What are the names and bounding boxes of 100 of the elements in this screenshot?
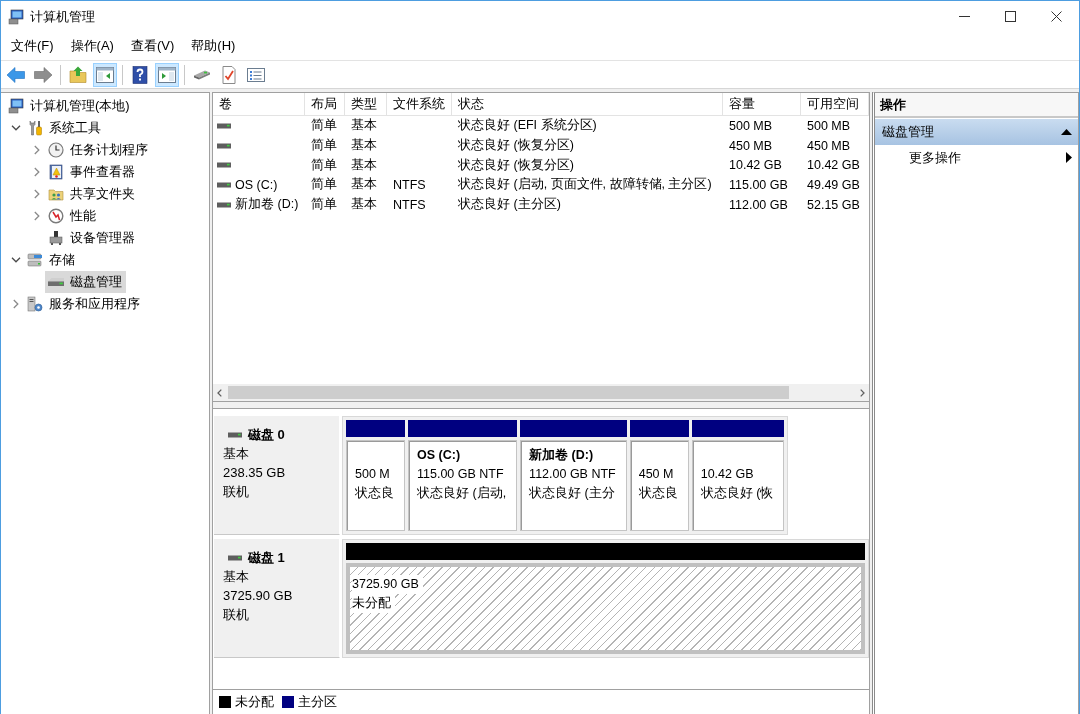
partition-status: 状态良 (355, 485, 394, 502)
tree-item[interactable]: 磁盘管理 (45, 271, 126, 293)
tree-item[interactable]: 设备管理器 (45, 227, 139, 249)
event-log-icon (48, 164, 64, 180)
chevron-right-icon[interactable] (33, 145, 40, 155)
table-cell-text: 简单 (310, 176, 338, 194)
partition-status: 状态良好 (主分 (529, 485, 615, 502)
action-group-header[interactable]: 磁盘管理 (875, 119, 1078, 145)
table-cell-text: 简单 (310, 196, 338, 214)
scroll-right-icon[interactable] (860, 388, 865, 397)
drive-icon (228, 431, 242, 438)
tree-item[interactable]: 事件查看器 (45, 161, 139, 183)
partition-status: 状态良好 (恢 (700, 485, 774, 502)
table-cell-text: 基本 (350, 156, 378, 174)
table-cell-text: 10.42 GB (728, 158, 783, 173)
menu-item[interactable]: 查看(V) (123, 34, 182, 58)
horizontal-scrollbar[interactable] (213, 384, 869, 401)
partition-status: 未分配 (352, 594, 395, 613)
document-check-icon (219, 64, 239, 85)
unallocated-area[interactable]: 3725.90 GB 未分配 (346, 563, 865, 654)
table-cell-text: 基本 (350, 196, 378, 214)
tree-item[interactable]: 共享文件夹 (45, 183, 139, 205)
maximize-icon (1004, 11, 1016, 22)
clock-icon (48, 142, 64, 158)
disk-type: 基本 (223, 445, 250, 463)
column-header[interactable]: 可用空间 (801, 93, 869, 116)
storage-icon (27, 252, 43, 268)
window-title: 计算机管理 (30, 7, 96, 26)
table-cell-text: 112.00 GB (728, 197, 789, 212)
partition-size: 450 M (638, 466, 674, 483)
disk-type: 基本 (223, 568, 250, 586)
tree-item[interactable]: 任务计划程序 (45, 139, 152, 161)
column-header[interactable]: 布局 (305, 93, 345, 116)
volume-name: OS (C:) (235, 177, 278, 192)
tree-item[interactable]: 计算机管理(本地) (5, 95, 134, 117)
table-cell-text: 状态良好 (EFI 系统分区) (457, 117, 598, 135)
column-header[interactable]: 卷 (213, 93, 305, 116)
partition-area[interactable]: 新加卷 (D:) 112.00 GB NTF 状态良好 (主分 (520, 440, 627, 531)
column-header[interactable]: 状态 (452, 93, 723, 116)
chevron-right-icon[interactable] (33, 189, 40, 199)
table-cell-text: 简单 (310, 137, 338, 155)
table-cell-text: 状态良好 (恢复分区) (457, 137, 575, 155)
disk-size: 3725.90 GB (223, 587, 294, 605)
menu-item[interactable]: 操作(A) (63, 34, 121, 58)
partition-area[interactable]: 450 M 状态良 (629, 440, 689, 531)
tree-item[interactable]: 存储 (24, 249, 79, 271)
menu-item[interactable]: 帮助(H) (184, 34, 243, 58)
table-cell-text: 基本 (350, 117, 378, 135)
chevron-right-icon[interactable] (33, 211, 40, 221)
chevron-right-icon[interactable] (33, 167, 40, 177)
chevron-down-icon[interactable] (10, 125, 21, 131)
table-cell-text: 基本 (350, 137, 378, 155)
tools-icon (27, 120, 43, 136)
legend-label: 主分区 (298, 693, 337, 711)
partition-title: 新加卷 (D:) (529, 447, 595, 464)
partition-area[interactable]: OS (C:) 115.00 GB NTF 状态良好 (启动, (408, 440, 518, 531)
menu-item[interactable]: 文件(F) (4, 34, 61, 58)
partition-area[interactable]: 10.42 GB 状态良好 (恢 (691, 440, 785, 531)
column-header[interactable]: 容量 (723, 93, 801, 116)
partition-size: 115.00 GB NTF (417, 466, 504, 483)
toolbar-button[interactable] (93, 62, 117, 87)
shared-folder-icon (48, 186, 64, 202)
column-header[interactable]: 文件系统 (387, 93, 452, 116)
partition-title: OS (C:) (417, 447, 462, 464)
table-cell-text: NTFS (392, 177, 427, 192)
legend-label: 未分配 (235, 693, 274, 711)
table-cell-text: 简单 (310, 117, 338, 135)
chevron-right-icon[interactable] (12, 299, 19, 309)
table-cell-text: 450 MB (806, 138, 852, 153)
partition-size: 10.42 GB (700, 466, 754, 483)
table-cell-text: NTFS (392, 197, 427, 212)
table-cell-text: 49.49 GB (806, 177, 861, 192)
chevron-down-icon[interactable] (10, 257, 21, 263)
disk-status: 联机 (223, 606, 250, 624)
table-cell-text: 500 MB (806, 118, 852, 133)
partition-status: 状态良 (638, 485, 678, 502)
tree-item[interactable]: 服务和应用程序 (24, 293, 144, 315)
scrollbar-thumb[interactable] (228, 386, 789, 399)
tree-item[interactable]: 性能 (45, 205, 100, 227)
column-header[interactable]: 类型 (345, 93, 387, 116)
device-icon (48, 230, 64, 246)
table-cell-text: 简单 (310, 156, 338, 174)
close-icon (1050, 11, 1062, 22)
partition-size: 500 M (355, 466, 390, 483)
scroll-left-icon[interactable] (217, 388, 222, 397)
volume-name: 新加卷 (D:) (235, 196, 299, 214)
toolbar-button[interactable] (155, 62, 179, 87)
partition-area[interactable]: 500 M 状态良 (346, 440, 405, 531)
table-cell-text: 500 MB (728, 118, 774, 133)
action-item[interactable]: 更多操作 (875, 145, 1078, 170)
table-cell-text: 10.42 GB (806, 158, 861, 173)
partition-size: 112.00 GB NTF (529, 466, 616, 483)
table-cell-text: 状态良好 (启动, 页面文件, 故障转储, 主分区) (457, 176, 713, 194)
pane-title: 操作 (875, 93, 1078, 118)
pane-splitter[interactable] (213, 402, 869, 409)
right-pane-icon (157, 64, 177, 85)
drive-icon (217, 162, 231, 169)
tree-item[interactable]: 系统工具 (24, 117, 105, 139)
caret-up-icon (1061, 129, 1072, 135)
partition-status: 状态良好 (启动, (417, 485, 507, 502)
